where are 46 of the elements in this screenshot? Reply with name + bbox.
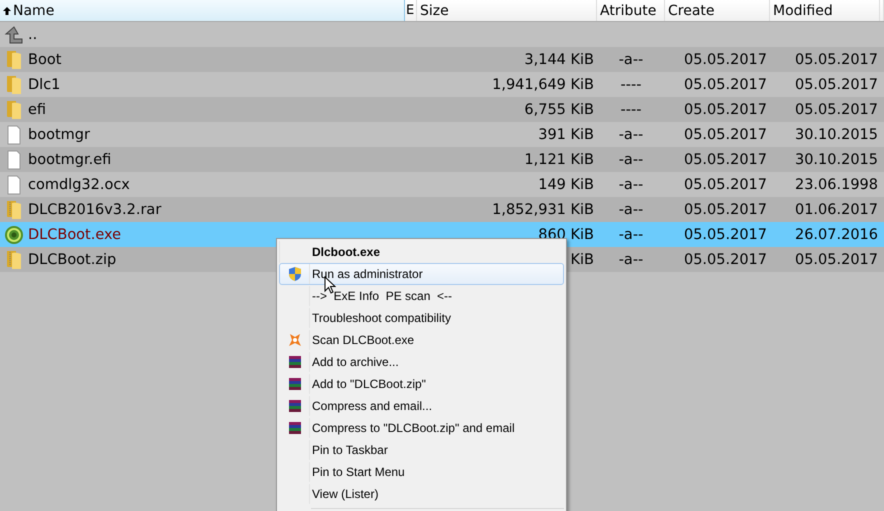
modified-date: 05.05.2017 [794, 252, 878, 268]
file-attributes: ---- [620, 76, 642, 92]
file-size: KiB [570, 252, 594, 268]
file-name: bootmgr [28, 126, 90, 142]
created-date: 05.05.2017 [684, 126, 767, 142]
created-date: 05.05.2017 [684, 152, 767, 168]
file-name: DLCBoot.zip [28, 252, 116, 268]
file-size: 1,941,649 KiB [492, 76, 594, 92]
file-size: 1,852,931 KiB [492, 202, 594, 218]
file-attributes: ---- [620, 102, 642, 118]
created-date: 05.05.2017 [684, 176, 767, 192]
created-date: 05.05.2017 [684, 226, 767, 242]
file-size: 1,121 KiB [524, 152, 594, 168]
modified-date: 01.06.2017 [794, 202, 878, 218]
modified-date: 26.07.2016 [794, 226, 878, 242]
file-size: 6,755 KiB [524, 102, 594, 118]
file-size: 3,144 KiB [524, 52, 594, 68]
file-attributes: -a-- [618, 202, 644, 218]
file-attributes: -a-- [618, 176, 644, 192]
file-name: .. [28, 26, 38, 42]
file-name: Boot [28, 52, 62, 68]
created-date: 05.05.2017 [684, 202, 767, 218]
file-attributes: -a-- [618, 252, 644, 268]
file-name: Dlc1 [28, 76, 60, 92]
file-size: 149 KiB [538, 176, 594, 192]
modified-date: 05.05.2017 [794, 52, 878, 68]
file-name: bootmgr.efi [28, 152, 112, 168]
file-attributes: -a-- [618, 226, 644, 242]
created-date: 05.05.2017 [684, 76, 767, 92]
modified-date: 30.10.2015 [794, 126, 878, 142]
menu-title: Dlcboot.exe [312, 245, 380, 259]
file-name: comdlg32.ocx [28, 176, 130, 192]
file-name: DLCB2016v3.2.rar [28, 202, 162, 218]
created-date: 05.05.2017 [684, 252, 767, 268]
modified-date: 23.06.1998 [794, 176, 878, 192]
file-name: DLCBoot.exe [28, 226, 122, 242]
modified-date: 30.10.2015 [794, 152, 878, 168]
file-name: efi [28, 102, 46, 118]
modified-date: 05.05.2017 [794, 76, 878, 92]
file-attributes: -a-- [618, 126, 644, 142]
created-date: 05.05.2017 [684, 102, 767, 118]
modified-date: 05.05.2017 [794, 102, 878, 118]
file-size: 391 KiB [538, 126, 594, 142]
file-attributes: -a-- [618, 152, 644, 168]
file-attributes: -a-- [618, 52, 644, 68]
created-date: 05.05.2017 [684, 52, 767, 68]
